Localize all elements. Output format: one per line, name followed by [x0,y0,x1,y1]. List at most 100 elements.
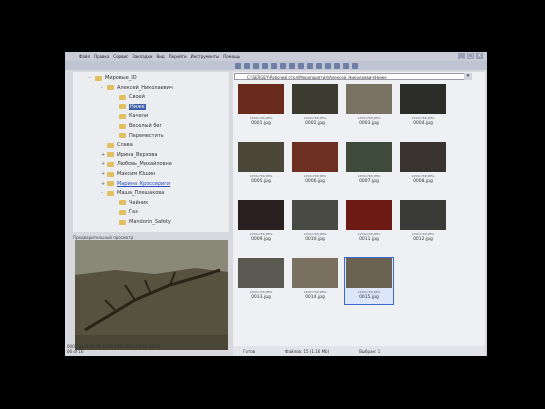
folder-icon [119,209,126,215]
expand-toggle-icon[interactable]: - [89,75,93,81]
thumbnail[interactable]: 1256x768 JPEG 0012.jpg [399,200,447,246]
thumbnail-meta: 1256x768 JPEG [357,116,381,120]
tree-item[interactable]: Mandorin_Safety [113,218,171,226]
thumbnail-filename: 0006.jpg [305,179,325,184]
tree-item[interactable]: Чайник [113,199,148,207]
toolbar-filter-icon[interactable] [334,62,340,69]
address-bar[interactable]: C:\SERGEY\Рабочий стол\Мероприятия\Алекс… [234,73,470,80]
tree-item-label: Веселый бег [129,123,163,129]
thumbnail-meta: 1256x768 JPEG [303,116,327,120]
tree-item-label: Максим Юшин [117,171,156,177]
toolbar-forward-icon[interactable] [244,62,250,69]
thumbnail[interactable]: 1256x768 JPEG 0015.jpg [344,257,394,305]
chevron-down-icon[interactable]: ▾ [464,73,472,80]
maximize-icon[interactable]: □ [467,53,474,59]
menu-edit[interactable]: Правка [94,54,109,59]
right-status: Готов Файлов: 15 (1.16 Mb) Выбран: 1 [233,346,485,356]
thumbnail-image [292,200,338,230]
expand-toggle-icon[interactable]: + [101,181,105,187]
tree-item[interactable]: - Мировые_ID [89,74,137,82]
thumbnail[interactable]: 1256x768 JPEG 0006.jpg [291,142,339,188]
expand-toggle-icon[interactable]: - [101,85,105,91]
toolbar-sort-icon[interactable] [325,62,331,69]
status-selected: Выбран: 1 [359,348,381,354]
tree-item[interactable]: Ниже [113,103,146,111]
toolbar-delete-icon[interactable] [289,62,295,69]
tree-item[interactable]: Веселый бег [113,122,162,130]
tree-item[interactable]: Слава [101,141,133,149]
expand-toggle-icon[interactable]: + [101,161,105,167]
folder-icon [119,123,126,129]
toolbar-copy-icon[interactable] [271,62,277,69]
tree-item[interactable]: - Маша_Плешакова [101,189,164,197]
thumbnail-filename: 0004.jpg [413,121,433,126]
thumbnail[interactable]: 1256x768 JPEG 0014.jpg [291,258,339,304]
thumbnail[interactable]: 1256x768 JPEG 0004.jpg [399,84,447,130]
tree-item[interactable]: + Марина_Кроссвриги [101,180,170,188]
thumbnail[interactable]: 1256x768 JPEG 0009.jpg [237,200,285,246]
menu-service[interactable]: Сервис [113,54,128,59]
tree-item[interactable]: + Ирина_Верзова [101,151,157,159]
thumbnail[interactable]: 1256x768 JPEG 0007.jpg [345,142,393,188]
toolbar-back-icon[interactable] [235,62,241,69]
menu-bookmarks[interactable]: Закладки [132,54,152,59]
thumbnail-filename: 0008.jpg [413,179,433,184]
tree-item[interactable]: Качели [113,112,148,120]
tree-item[interactable]: Газ [113,208,138,216]
tree-item-label: Марина_Кроссвриги [117,180,171,187]
thumbnail[interactable]: 1256x768 JPEG 0005.jpg [237,142,285,188]
thumbnail[interactable]: 1256x768 JPEG 0003.jpg [345,84,393,130]
tree-item[interactable]: Своей [113,93,145,101]
toolbar-view-icon[interactable] [316,62,322,69]
tree-item-label: Mandorin_Safety [129,219,171,225]
expand-toggle-icon[interactable]: + [101,152,105,158]
toolbar-rotate-icon[interactable] [298,62,304,69]
tree-item[interactable]: + Любовь_Михайловна [101,160,172,168]
thumbnail-meta: 1256x768 JPEG [357,232,381,236]
thumbnail[interactable]: 1256x768 JPEG 0001.jpg [237,84,285,130]
status-files: Файлов: 15 (1.16 Mb) [285,348,330,354]
file-index: 06 of 16 [67,349,84,354]
thumbnail-grid: 1256x768 JPEG 0001.jpg 1256x768 JPEG 0002.j… [233,84,485,339]
tree-item[interactable]: Переместить [113,132,164,140]
folder-icon [119,219,126,225]
menu-tools[interactable]: Инструменты [191,54,220,59]
folder-icon [95,75,102,81]
thumbnail[interactable]: 1256x768 JPEG 0013.jpg [237,258,285,304]
toolbar-move-icon[interactable] [280,62,286,69]
thumbnail[interactable]: 1256x768 JPEG 0011.jpg [345,200,393,246]
thumbnail[interactable]: 1256x768 JPEG 0008.jpg [399,142,447,188]
close-icon[interactable]: × [476,53,483,59]
tree-item-label: Мировые_ID [105,75,137,81]
expand-toggle-icon[interactable]: + [101,171,105,177]
thumbnail-meta: 1256x768 JPEG [357,174,381,178]
thumbnail[interactable]: 1256x768 JPEG 0010.jpg [291,200,339,246]
toolbar-settings-icon[interactable] [343,62,349,69]
thumbnail-image [238,84,284,114]
toolbar-refresh-icon[interactable] [262,62,268,69]
toolbar-slideshow-icon[interactable] [307,62,313,69]
menu-file[interactable]: Файл [79,54,90,59]
thumbnail-image [292,258,338,288]
toolbar-up-icon[interactable] [253,62,259,69]
menu-view[interactable]: Вид [156,54,164,59]
tree-item-label: Газ [129,209,138,216]
thumbnail-filename: 0014.jpg [305,295,325,300]
folder-icon [119,113,126,119]
preview-photo [75,240,228,350]
folder-icon [107,181,114,187]
menu-go[interactable]: Перейти [169,54,187,59]
tree-item[interactable]: + Максим Юшин [101,170,155,178]
menu-help[interactable]: Помощь [223,54,240,59]
expand-toggle-icon[interactable]: - [101,190,105,196]
toolbar-help-icon[interactable] [352,62,358,69]
folder-icon [107,142,114,148]
thumbnail-image [400,200,446,230]
thumbnail[interactable]: 1256x768 JPEG 0002.jpg [291,84,339,130]
thumbnail-image [346,142,392,172]
image-preview [75,240,228,350]
tree-item[interactable]: - Алексей_Николаевич [101,84,173,92]
minimize-icon[interactable]: _ [458,53,465,59]
thumbnail-meta: 1256x768 JPEG [249,174,273,178]
thumbnail-image [346,200,392,230]
